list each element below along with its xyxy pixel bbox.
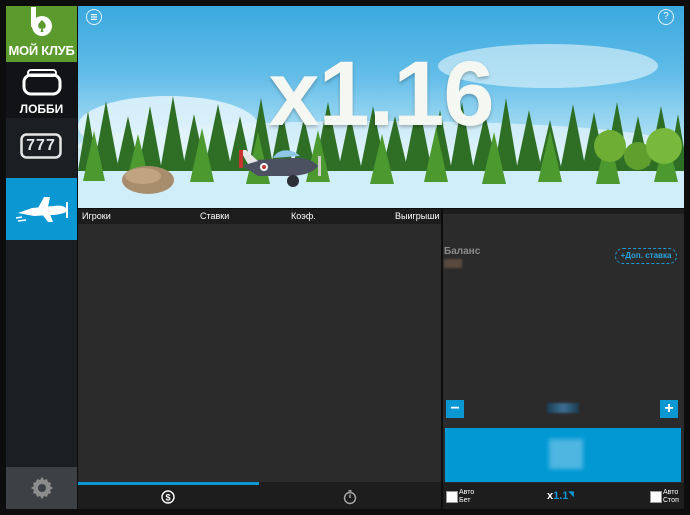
auto-bet-checkbox[interactable] — [446, 491, 458, 503]
place-bet-button[interactable] — [445, 428, 681, 482]
bets-tab-bar: $ — [78, 482, 441, 509]
menu-icon — [91, 14, 97, 20]
panel-top-divider — [443, 209, 684, 214]
auto-controls: Авто Бет x1.1◥ Авто Стоп — [443, 483, 684, 509]
auto-stop-label-line2: Стоп — [663, 497, 679, 504]
stopwatch-tab-icon[interactable] — [343, 489, 357, 505]
bets-table-header: Игроки Ставки Коэф. Выигрыши — [78, 209, 441, 224]
bet-amount-blurred — [547, 403, 579, 413]
multiplier-corner-icon: ◥ — [568, 491, 574, 498]
auto-stop-label-line1: Авто — [663, 489, 679, 496]
column-coef: Коэф. — [291, 211, 316, 221]
column-winnings: Выигрыши — [395, 211, 440, 221]
my-club-button[interactable]: МОЙ КЛУБ — [6, 6, 77, 62]
active-tab-indicator — [78, 482, 259, 485]
game-info-icon[interactable] — [86, 9, 102, 25]
plane-icon — [15, 197, 68, 222]
my-club-label: МОЙ КЛУБ — [8, 43, 75, 58]
settings-button[interactable] — [6, 467, 77, 509]
bets-table: Игроки Ставки Коэф. Выигрыши $ — [78, 209, 441, 509]
bet-button-label-blurred — [549, 439, 583, 469]
lobby-label: ЛОББИ — [19, 102, 64, 116]
increase-bet-button[interactable]: + — [660, 400, 678, 418]
lobby-button[interactable]: ЛОББИ — [6, 62, 77, 118]
lobby-icon — [22, 69, 62, 96]
balance-value-blurred — [444, 259, 462, 268]
balance-label: Баланс — [444, 246, 481, 257]
extra-bet-label: Доп. ставка — [625, 251, 672, 260]
sidebar: МОЙ КЛУБ ЛОББИ 777 — [6, 6, 77, 509]
auto-stop-checkbox[interactable] — [650, 491, 662, 503]
help-icon[interactable]: ? — [658, 9, 674, 25]
auto-bet-label: Авто Бет — [459, 489, 474, 505]
auto-bet-label-line2: Бет — [459, 497, 471, 504]
dollar-tab-icon[interactable]: $ — [161, 490, 175, 504]
auto-multiplier[interactable]: x1.1◥ — [547, 490, 574, 502]
decrease-bet-button[interactable]: − — [446, 400, 464, 418]
app-frame: МОЙ КЛУБ ЛОББИ 777 x1.16 ? Игроки Ставки… — [0, 0, 690, 515]
auto-bet-label-line1: Авто — [459, 489, 475, 496]
extra-bet-button[interactable]: +Доп. ставка — [615, 248, 677, 264]
aviator-game-button[interactable] — [6, 178, 77, 240]
slots-label: 777 — [26, 137, 56, 154]
column-players: Игроки — [82, 211, 111, 221]
auto-stop-label: Авто Стоп — [663, 489, 679, 505]
multiplier-display: x1.16 — [268, 43, 494, 145]
bet-panel: Баланс +Доп. ставка − + Авто Бет x1.1◥ А… — [443, 209, 684, 509]
slots-button[interactable]: 777 — [6, 118, 77, 178]
gear-icon — [31, 477, 53, 499]
column-bets: Ставки — [200, 211, 230, 221]
club-logo-icon — [31, 7, 52, 36]
active-indicator — [71, 198, 77, 212]
multiplier-value: 1.1 — [553, 490, 569, 502]
svg-text:$: $ — [165, 493, 170, 503]
game-canvas: x1.16 ? — [78, 6, 684, 208]
